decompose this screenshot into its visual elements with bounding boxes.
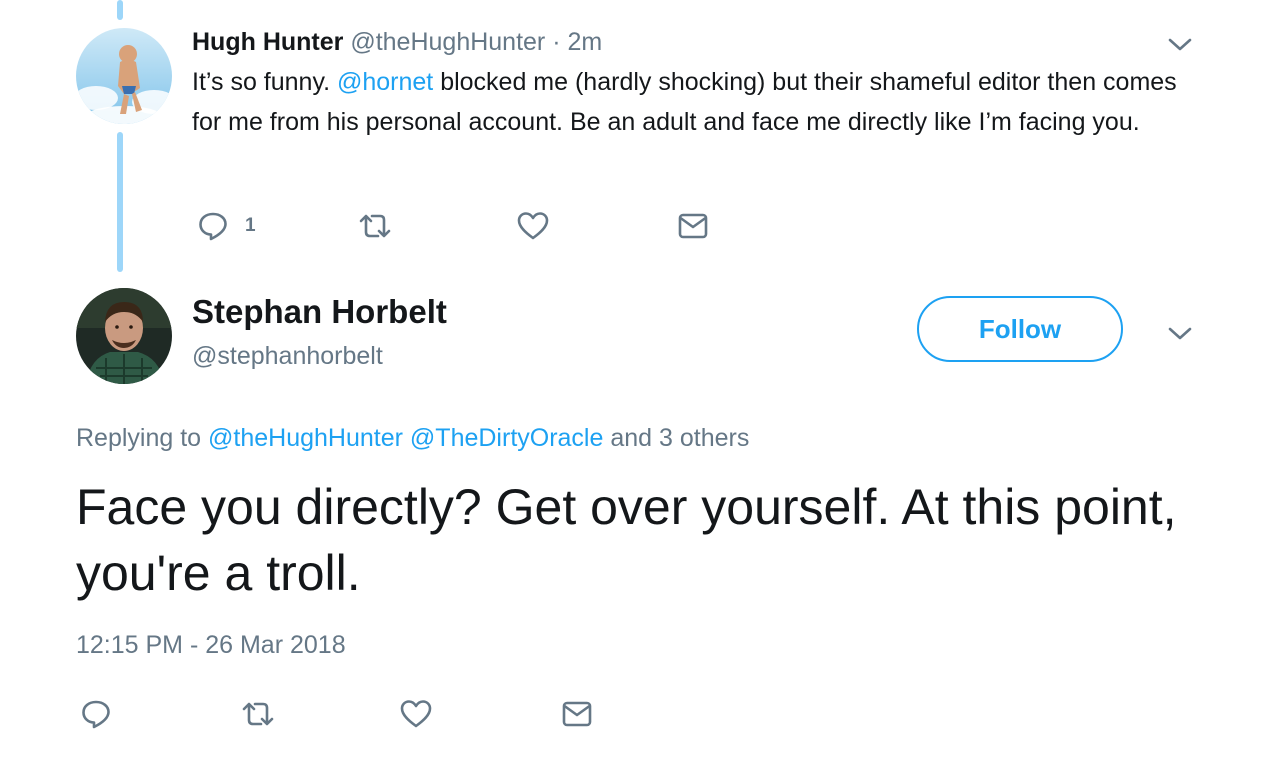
like-button[interactable] [516,210,550,242]
envelope-icon [562,701,592,727]
replying-prefix: Replying to [76,424,209,452]
author-name[interactable]: Stephan Horbelt [192,292,447,332]
mention-link-hornet[interactable]: @hornet [337,68,433,96]
parent-text-before: It’s so funny. [192,68,337,96]
retweet-button[interactable] [357,210,393,242]
reply-button[interactable] [80,698,112,730]
tweet-timestamp[interactable]: 12:15 PM - 26 Mar 2018 [76,629,346,661]
follow-button[interactable]: Follow [917,296,1123,362]
reply-icon [199,212,227,241]
parent-tweet-text: It’s so funny. @hornet blocked me (hardl… [192,62,1202,142]
envelope-icon [678,213,708,239]
mention-link-thedirtyoracle[interactable]: @TheDirtyOracle [410,424,603,452]
retweet-icon [359,214,391,238]
reply-count: 1 [245,215,256,236]
separator-dot: · [552,28,561,56]
parent-tweet-header: Hugh Hunter @theHughHunter · 2m [192,26,602,58]
chevron-down-icon[interactable] [1167,36,1193,54]
parent-tweet-time[interactable]: 2m [568,28,603,56]
avatar-hugh-hunter[interactable] [76,28,172,124]
author-handle[interactable]: @stephanhorbelt [192,340,383,372]
parent-author-name[interactable]: Hugh Hunter [192,28,343,56]
reply-icon [82,700,110,729]
retweet-button[interactable] [240,698,276,730]
dm-button[interactable] [561,698,593,730]
reply-button[interactable]: 1 [197,210,256,242]
thread-line [117,132,123,272]
heart-icon [400,700,432,728]
parent-author-handle[interactable]: @theHughHunter [350,28,545,56]
chevron-down-icon[interactable] [1167,325,1193,343]
dm-button[interactable] [677,210,709,242]
replying-others[interactable]: and 3 others [603,424,749,452]
thread-line-top [117,0,123,20]
like-button[interactable] [399,698,433,730]
heart-icon [517,212,549,240]
retweet-icon [242,702,274,726]
mention-link-thehughhunter[interactable]: @theHughHunter [208,424,403,452]
tweet-text: Face you directly? Get over yourself. At… [76,479,1177,601]
replying-to: Replying to @theHughHunter @TheDirtyOrac… [76,422,749,454]
avatar-stephan-horbelt[interactable] [76,288,172,384]
